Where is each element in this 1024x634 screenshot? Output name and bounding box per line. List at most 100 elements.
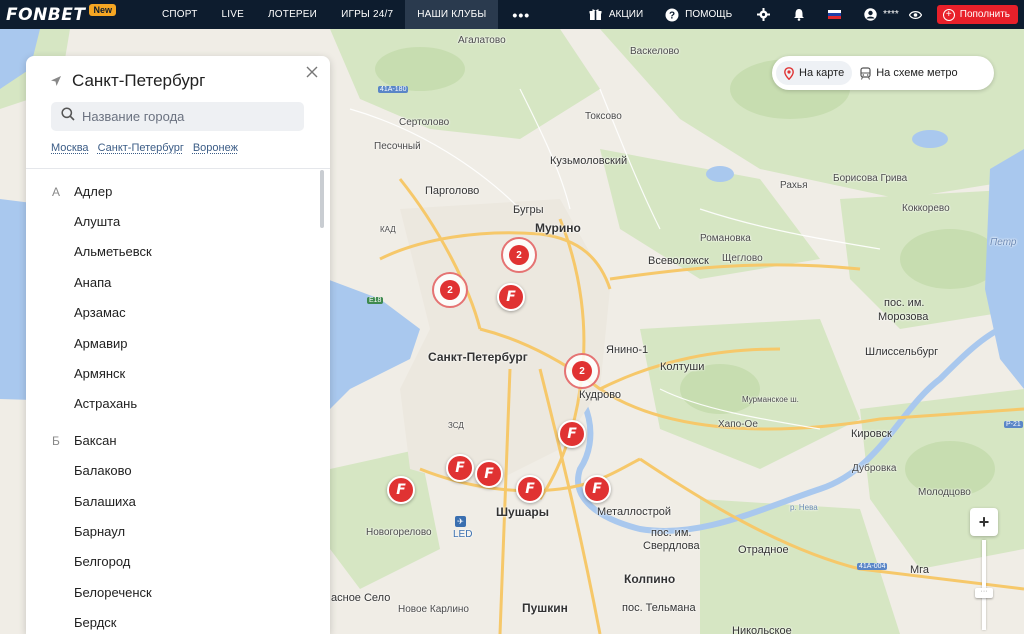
list-item[interactable]: Бердск (26, 607, 330, 634)
notifications-button[interactable] (784, 8, 820, 22)
account-button[interactable]: **** (855, 8, 907, 22)
main-nav: СПОРТ LIVE ЛОТЕРЕИ ИГРЫ 24/7 НАШИ КЛУБЫ … (150, 0, 544, 29)
list-item[interactable]: Алушта (26, 206, 330, 236)
club-marker[interactable]: F (558, 420, 586, 448)
club-marker[interactable]: F (497, 283, 525, 311)
language-flag-icon[interactable] (828, 10, 842, 19)
list-item[interactable]: Белореченск (26, 577, 330, 607)
panel-divider (26, 168, 330, 169)
zoom-slider-thumb[interactable]: ··· (975, 588, 993, 598)
road-shield-a004: 41А-004 (857, 563, 888, 570)
quick-city-spb[interactable]: Санкт-Петербург (98, 142, 184, 154)
map-cluster[interactable]: 2 (432, 272, 468, 308)
nav-item-our-clubs[interactable]: НАШИ КЛУБЫ (405, 0, 499, 29)
map-label-sertolovo: Сертолово (399, 117, 450, 128)
map-label-molodtsovo: Молодцово (918, 487, 971, 498)
cluster-count: 2 (509, 245, 529, 265)
close-panel-button[interactable] (304, 64, 320, 80)
city-list: А Адлер Алушта Альметьевск Анапа Арзамас… (26, 176, 330, 634)
map-label-kolpino: Колпино (624, 572, 676, 586)
on-metro-button[interactable]: На схеме метро (852, 61, 965, 85)
road-shield-r21: Р-21 (1004, 421, 1023, 428)
map-label-khapo-oe: Хапо-Ое (718, 419, 758, 430)
list-item[interactable]: Армянск (26, 358, 330, 388)
nav-item-lotteries[interactable]: ЛОТЕРЕИ (256, 0, 329, 29)
on-map-button[interactable]: На карте (776, 61, 853, 85)
city-group-a: А Адлер Алушта Альметьевск Анапа Арзамас… (26, 176, 330, 425)
map-label-metallostroy: Металлострой (597, 506, 672, 518)
zoom-in-button[interactable]: + (970, 508, 998, 536)
location-arrow-icon[interactable] (50, 75, 62, 87)
current-city-name: Санкт-Петербург (72, 71, 206, 90)
list-item[interactable]: Арзамас (26, 298, 330, 328)
list-item[interactable]: Баксан (26, 425, 330, 455)
toggle-balance-visibility[interactable] (907, 8, 931, 22)
on-metro-label: На схеме метро (876, 67, 958, 79)
list-item[interactable]: Адлер (26, 176, 330, 206)
map-view-toggle: На карте На схеме метро (772, 56, 994, 90)
city-search-input[interactable] (82, 109, 282, 124)
club-marker[interactable]: F (516, 475, 544, 503)
zoom-slider-track[interactable] (982, 540, 986, 630)
gear-icon (756, 8, 770, 22)
road-label-murmanskoe: Мурманское ш. (742, 395, 799, 404)
metro-train-icon (860, 66, 871, 80)
nav-item-games[interactable]: ИГРЫ 24/7 (329, 0, 405, 29)
topup-button[interactable]: + Пополнить (936, 5, 1018, 24)
map-label-morozova-1: пос. им. (884, 297, 925, 309)
map-label-kirovsk: Кировск (851, 428, 892, 440)
club-marker[interactable]: F (475, 460, 503, 488)
plus-circle-icon: + (942, 8, 955, 21)
on-map-label: На карте (799, 67, 845, 79)
cluster-count: 2 (572, 361, 592, 381)
list-item[interactable]: Анапа (26, 267, 330, 297)
map-label-novogorelovo: Новогорелово (366, 527, 432, 538)
nav-item-sport[interactable]: СПОРТ (150, 0, 210, 29)
fonbet-logo[interactable]: FONBET New (0, 0, 150, 29)
help-label: ПОМОЩЬ (685, 9, 733, 20)
map-label-pargolovo: Парголово (425, 185, 480, 197)
map-pin-icon (784, 66, 794, 80)
map-label-shlisselburg: Шлиссельбург (865, 346, 939, 358)
list-item[interactable]: Барнаул (26, 516, 330, 546)
quick-city-moscow[interactable]: Москва (51, 142, 89, 154)
map-label-murino: Мурино (535, 221, 581, 235)
river-label-neva: р. Нева (790, 503, 818, 512)
club-marker[interactable]: F (446, 454, 474, 482)
nav-item-live[interactable]: LIVE (210, 0, 256, 29)
list-item[interactable]: Армавир (26, 328, 330, 358)
settings-button[interactable] (748, 8, 784, 22)
map-label-morozova-2: Морозова (878, 311, 929, 323)
map-label-shushary: Шушары (496, 505, 549, 519)
help-link[interactable]: ? ПОМОЩЬ (657, 8, 740, 22)
map-label-telmana: пос. Тельмана (622, 602, 696, 614)
club-marker[interactable]: F (387, 476, 415, 504)
list-item[interactable]: Астрахань (26, 389, 330, 419)
more-menu-button[interactable]: ••• (498, 0, 544, 29)
map-label-toksovo: Токсово (585, 111, 622, 122)
list-item[interactable]: Балаково (26, 456, 330, 486)
club-marker[interactable]: F (583, 475, 611, 503)
road-label-zsd: ЗСД (448, 421, 464, 430)
map-label-pesochny: Песочный (374, 141, 421, 152)
map-label-mga: Мга (910, 564, 930, 576)
map-label-shcheglovo: Щеглово (722, 253, 763, 264)
map-label-pushkin: Пушкин (522, 601, 568, 615)
map-cluster[interactable]: 2 (564, 353, 600, 389)
list-item[interactable]: Белгород (26, 547, 330, 577)
promos-link[interactable]: АКЦИИ (581, 8, 651, 22)
svg-text:?: ? (669, 10, 675, 21)
balance-hidden: **** (883, 9, 899, 20)
list-item[interactable]: Альметьевск (26, 237, 330, 267)
map-label-krasnoe-selo: асное Село (331, 592, 391, 604)
logo-text: FONBET (6, 4, 86, 25)
quick-city-voronezh[interactable]: Воронеж (193, 142, 238, 154)
user-icon (863, 8, 877, 22)
map-label-agalatovo: Агалатово (458, 35, 506, 46)
gift-icon (589, 8, 603, 22)
map-label-rakhya: Рахья (780, 180, 808, 191)
list-item[interactable]: Балашиха (26, 486, 330, 516)
header-right-actions: АКЦИИ ? ПОМОЩЬ **** + Пополнить (581, 0, 1024, 29)
map-cluster[interactable]: 2 (501, 237, 537, 273)
quick-city-links: Москва Санкт-Петербург Воронеж (51, 142, 238, 154)
